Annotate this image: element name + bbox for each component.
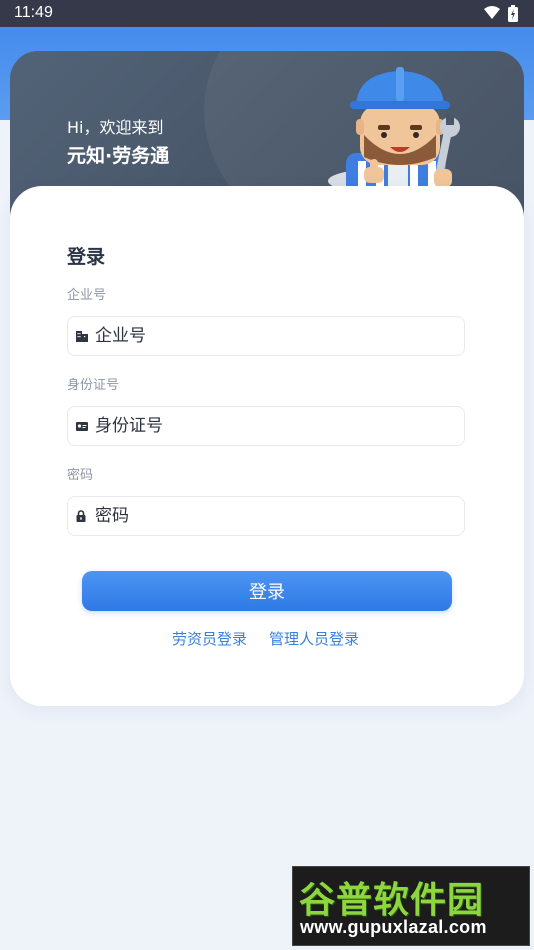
wifi-icon	[484, 6, 500, 24]
login-title: 登录	[67, 246, 106, 268]
enterprise-id-label: 企业号	[67, 288, 107, 303]
status-bar: 11:49	[0, 0, 534, 27]
watermark-text: 谷普软件园	[299, 880, 485, 921]
labor-manager-login-link[interactable]: 劳资员登录	[172, 628, 247, 649]
status-time: 11:49	[14, 4, 53, 21]
password-input[interactable]	[95, 506, 435, 526]
login-button[interactable]: 登录	[82, 571, 452, 611]
id-card-field[interactable]	[67, 406, 465, 446]
enterprise-id-input[interactable]	[95, 326, 435, 346]
id-card-label: 身份证号	[67, 378, 120, 393]
worker-mascot-icon	[328, 67, 460, 201]
lock-icon	[76, 510, 88, 522]
hero-app-name: 元知·劳务通	[67, 145, 170, 167]
hero-greeting: Hi，欢迎来到	[67, 118, 164, 137]
building-icon	[76, 330, 88, 342]
password-field[interactable]	[67, 496, 465, 536]
watermark: 谷普软件园 www.gupuxlazal.com	[292, 866, 530, 946]
password-label: 密码	[67, 468, 94, 483]
id-card-icon	[76, 420, 88, 432]
id-card-input[interactable]	[95, 416, 435, 436]
watermark-url: www.gupuxlazal.com	[300, 917, 487, 937]
admin-login-link[interactable]: 管理人员登录	[269, 628, 359, 649]
login-card: 登录 企业号 身份证号 密码	[10, 186, 524, 706]
battery-icon	[508, 5, 518, 27]
enterprise-id-field[interactable]	[67, 316, 465, 356]
